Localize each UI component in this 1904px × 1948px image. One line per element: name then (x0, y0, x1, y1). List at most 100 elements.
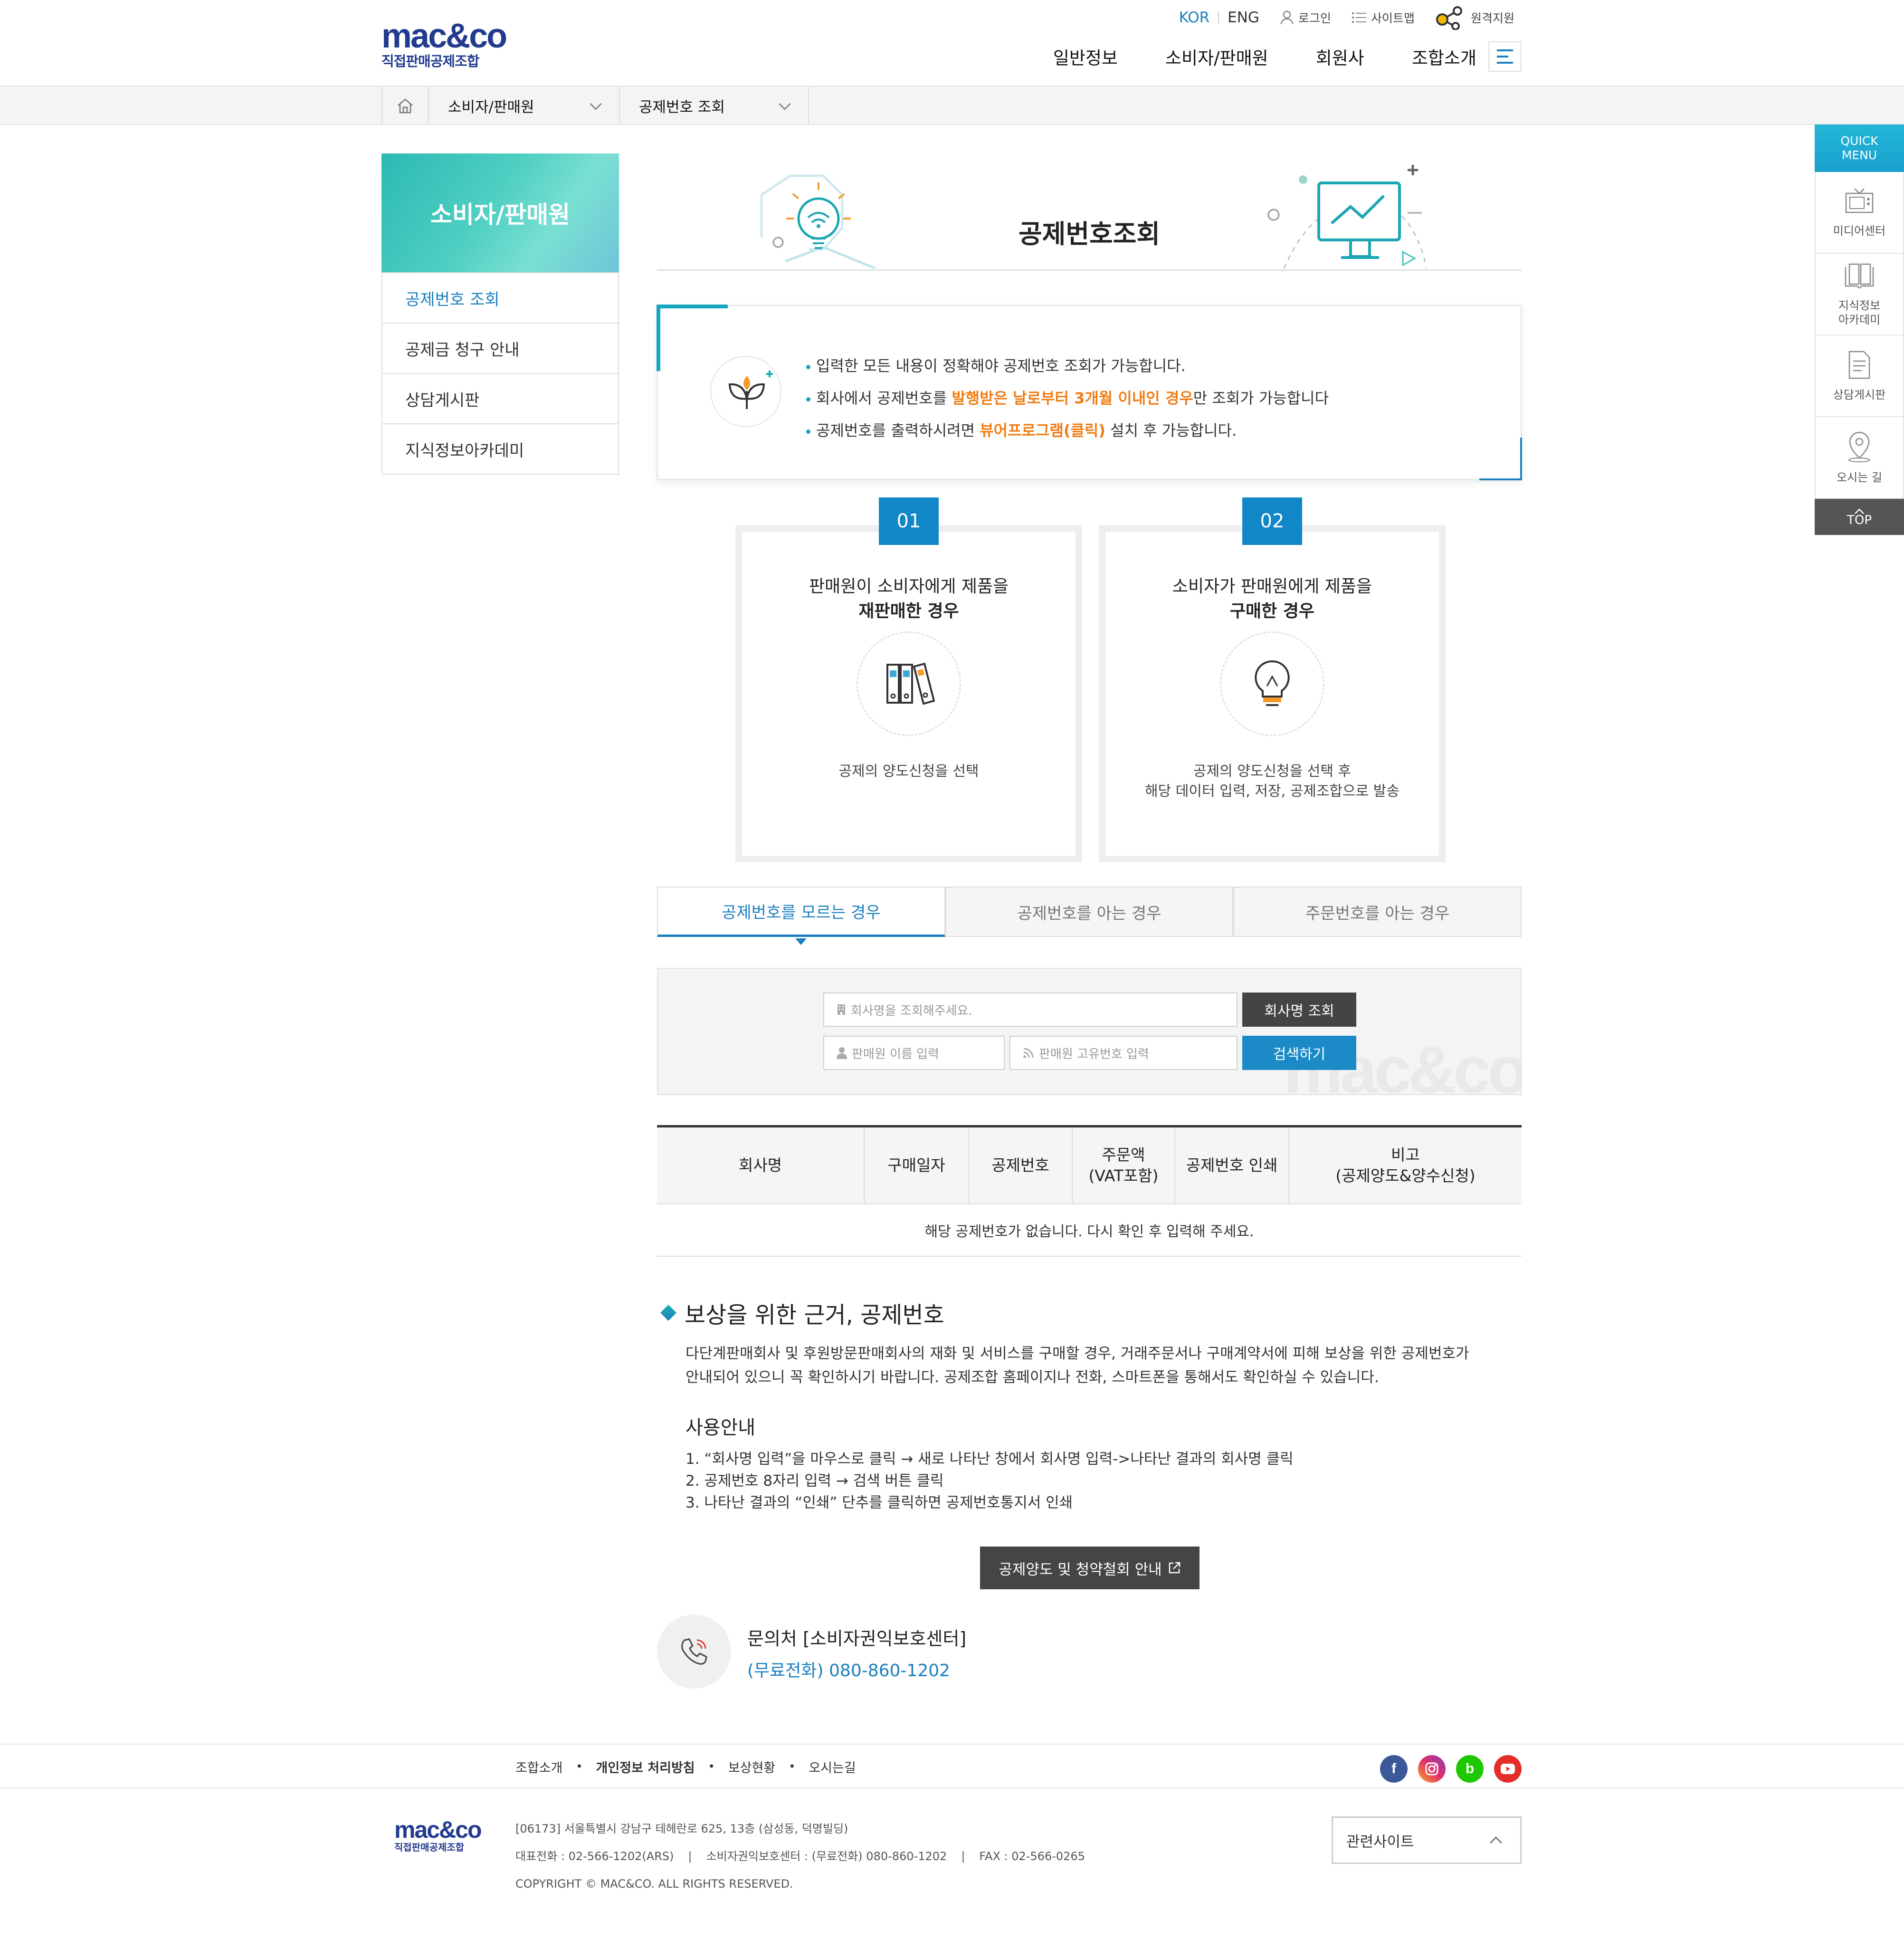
usage-list: 1. “회사명 입력”을 마우스로 클릭 → 새로 나타난 창에서 회사명 입력… (685, 1448, 1522, 1514)
case-title: 판매원이 소비자에게 제품을 재판매한 경우 (742, 574, 1076, 624)
menu-line (1497, 49, 1513, 51)
footer-link-privacy[interactable]: 개인정보 처리방침 (596, 1757, 695, 1776)
nav-item-consumer[interactable]: 소비자/판매원 (1165, 44, 1268, 69)
site-logo[interactable]: mac&co 직접판매공제조합 (381, 19, 514, 69)
notice-highlight: 발행받은 날로부터 3개월 이내인 경우 (952, 389, 1193, 407)
case-description: 공제의 양도신청을 선택 후 해당 데이터 입력, 저장, 공제조합으로 발송 (1105, 762, 1439, 802)
remote-support-link[interactable]: 원격지원 (1436, 5, 1514, 30)
footer-link-about[interactable]: 조합소개 (515, 1757, 562, 1776)
footer-link-sep: • (576, 1760, 583, 1773)
footer-nav: 조합소개 • 개인정보 처리방침 • 보상현황 • 오시는길 (515, 1745, 856, 1788)
company-name-input[interactable]: 회사명을 조회해주세요. (823, 993, 1238, 1027)
contact-block: 문의처 [소비자권익보호센터] (무료전화) 080-860-1202 (657, 1614, 966, 1689)
sitemap-link[interactable]: 사이트맵 (1352, 9, 1415, 26)
building-icon (838, 1004, 845, 1015)
case-title-line: 판매원이 소비자에게 제품을 (809, 577, 1009, 596)
sidebar-item-deduction-lookup[interactable]: 공제번호 조회 (382, 272, 618, 323)
footer-contacts: 대표전화 : 02-566-1202(ARS) | 소비자권익보호센터 : (무료전… (515, 1843, 1085, 1870)
section-heading-text: 보상을 위한 근거, 공제번호 (685, 1302, 944, 1328)
share-nodes-icon (1436, 6, 1462, 30)
breadcrumb-depth2-select[interactable]: 공제번호 조회 (620, 86, 809, 125)
company-search-button[interactable]: 회사명 조회 (1242, 993, 1356, 1027)
menu-line (1497, 56, 1508, 57)
sidebar-item-consult-board[interactable]: 상담게시판 (382, 373, 618, 423)
tab-unknown-number[interactable]: 공제번호를 모르는 경우 (657, 887, 945, 945)
seller-id-placeholder: 판매원 고유번호 입력 (1039, 1047, 1149, 1061)
description-line: 안내되어 있으니 꼭 확인하시기 바랍니다. 공제조합 홈페이지나 전화, 스마… (685, 1369, 1379, 1386)
quick-item-label: 미디어센터 (1833, 224, 1886, 238)
instagram-icon[interactable] (1418, 1755, 1446, 1783)
contact-text: 문의처 [소비자권익보호센터] (무료전화) 080-860-1202 (747, 1624, 966, 1681)
nav-item-general[interactable]: 일반정보 (1053, 44, 1118, 69)
quick-media-center[interactable]: 미디어센터 (1815, 172, 1904, 254)
lang-eng-link[interactable]: ENG (1228, 9, 1259, 26)
notice-item: 회사에서 공제번호를 발행받은 날로부터 3개월 이내인 경우만 조회가 가능합… (806, 382, 1329, 414)
search-form: mac&co 회사명을 조회해주세요. 회사명 조회 판매원 이름 입력 판매원… (657, 968, 1522, 1095)
footer-link-directions[interactable]: 오시는길 (809, 1757, 856, 1776)
col-print: 공제번호 인쇄 (1174, 1126, 1289, 1204)
transfer-guide-button[interactable]: 공제양도 및 청약철회 안내 (980, 1547, 1200, 1589)
quick-item-label: 상담게시판 (1833, 388, 1886, 401)
user-icon (837, 1047, 847, 1059)
quick-menu-header: QUICK MENU (1815, 124, 1904, 172)
quick-consult-board[interactable]: 상담게시판 (1815, 335, 1904, 417)
related-sites-label: 관련사이트 (1346, 1833, 1414, 1851)
col-remarks-line: (공제양도&양수신청) (1335, 1166, 1476, 1185)
bullet-dot (806, 397, 810, 401)
case-title-line: 소비자가 판매원에게 제품을 (1172, 577, 1372, 596)
col-company: 회사명 (657, 1126, 864, 1204)
search-button[interactable]: 검색하기 (1242, 1036, 1356, 1070)
list-icon (1352, 12, 1366, 23)
notice-box: 입력한 모든 내용이 정확해야 공제번호 조회가 가능합니다. 회사에서 공제번… (657, 305, 1522, 480)
scroll-top-button[interactable]: TOP (1815, 499, 1904, 535)
tab-known-number[interactable]: 공제번호를 아는 경우 (945, 887, 1234, 937)
footer-sep: | (961, 1850, 965, 1863)
footer-info: [06173] 서울특별시 강남구 테헤란로 625, 13층 (삼성동, 덕명… (515, 1815, 1085, 1898)
lookup-tabs: 공제번호를 모르는 경우 공제번호를 아는 경우 주문번호를 아는 경우 (657, 887, 1522, 945)
notice-text: 설치 후 가능합니다. (1105, 421, 1237, 439)
col-purchase-date: 구매일자 (864, 1126, 969, 1204)
sidebar-item-claim-guide[interactable]: 공제금 청구 안내 (382, 323, 618, 373)
case-desc-line: 해당 데이터 입력, 저장, 공제조합으로 발송 (1145, 783, 1399, 800)
notice-text: 회사에서 공제번호를 (816, 389, 952, 407)
blog-icon[interactable]: b (1456, 1755, 1484, 1783)
menu-line (1497, 62, 1513, 64)
page-visual: 공제번호조회 (657, 157, 1522, 271)
case-title-bold: 구매한 경우 (1229, 602, 1315, 621)
col-order-amount-line: 주문액 (1102, 1145, 1145, 1164)
quick-directions[interactable]: 오시는 길 (1815, 417, 1904, 499)
notice-list: 입력한 모든 내용이 정확해야 공제번호 조회가 가능합니다. 회사에서 공제번… (806, 350, 1329, 447)
lang-kor-link[interactable]: KOR (1179, 9, 1210, 26)
footer-tel: 대표전화 : 02-566-1202(ARS) (515, 1850, 674, 1863)
contact-phone[interactable]: (무료전화) 080-860-1202 (747, 1657, 966, 1681)
section-description: 다단계판매회사 및 후원방문판매회사의 재화 및 서비스를 구매할 경우, 거래… (685, 1342, 1493, 1389)
case-title: 소비자가 판매원에게 제품을구매한 경우 (1105, 574, 1439, 624)
sitemap-label: 사이트맵 (1371, 11, 1415, 25)
viewer-program-link[interactable]: 뷰어프로그램(클릭) (980, 421, 1105, 439)
chevron-up-icon (1490, 1836, 1502, 1849)
footer-copyright: COPYRIGHT © MAC&CO. ALL RIGHTS RESERVED. (515, 1877, 793, 1891)
related-sites-select[interactable]: 관련사이트 (1332, 1816, 1522, 1864)
youtube-icon[interactable] (1494, 1755, 1522, 1783)
all-menu-button[interactable] (1488, 41, 1522, 72)
seller-id-input[interactable]: 판매원 고유번호 입력 (1009, 1036, 1238, 1070)
col-remarks-line: 비고 (1391, 1145, 1420, 1164)
table-header-row: 회사명 구매일자 공제번호 주문액 (VAT포함) 공제번호 인쇄 비고 (공제양도… (657, 1126, 1522, 1204)
facebook-icon[interactable]: f (1380, 1755, 1408, 1783)
basis-section: 보상을 위한 근거, 공제번호 다단계판매회사 및 후원방문판매회사의 재화 및… (657, 1296, 1522, 1514)
nav-item-about[interactable]: 조합소개 (1412, 44, 1476, 69)
sidebar-item-academy[interactable]: 지식정보아카데미 (382, 423, 618, 474)
quick-academy[interactable]: 지식정보 아카데미 (1815, 254, 1904, 335)
breadcrumb-depth1-label: 소비자/판매원 (448, 99, 534, 116)
case-number-badge: 01 (879, 497, 939, 545)
seller-name-input[interactable]: 판매원 이름 입력 (823, 1036, 1005, 1070)
tab-known-order[interactable]: 주문번호를 아는 경우 (1233, 887, 1522, 937)
footer-links-bar: 조합소개 • 개인정보 처리방침 • 보상현황 • 오시는길 f b (0, 1744, 1904, 1788)
login-link[interactable]: 로그인 (1280, 9, 1331, 26)
footer-center: 소비자권익보호센터 : (무료전화) 080-860-1202 (706, 1850, 947, 1863)
breadcrumb-depth1-select[interactable]: 소비자/판매원 (429, 86, 620, 125)
footer-link-compensation[interactable]: 보상현황 (728, 1757, 775, 1776)
nav-item-members[interactable]: 회원사 (1316, 44, 1364, 69)
description-line: 다단계판매회사 및 후원방문판매회사의 재화 및 서비스를 구매할 경우, 거래… (685, 1345, 1469, 1362)
breadcrumb-home[interactable] (381, 86, 429, 125)
